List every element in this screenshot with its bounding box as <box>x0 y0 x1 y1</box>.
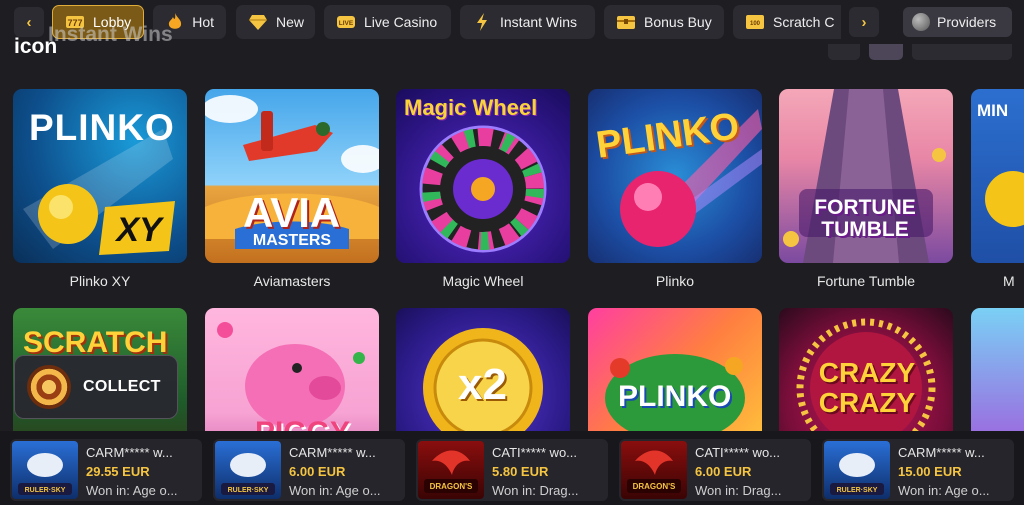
winner-game: Won in: Age o... <box>289 483 381 498</box>
winner-user: CARM***** w... <box>289 445 376 460</box>
game-tile-magic-wheel[interactable]: Magic Wheel <box>396 89 570 263</box>
game-thumbnail: RULER·SKY <box>215 441 281 499</box>
winner-text: CARM***** w... 29.55 EUR Won in: Age o..… <box>86 443 202 500</box>
game-tile-fortune-tumble[interactable]: FORTUNE TUMBLE <box>779 89 953 263</box>
tab-label: Instant Wins <box>500 14 578 30</box>
game-art-title: MIN <box>977 101 1009 120</box>
game-name[interactable]: Fortune Tumble <box>779 273 953 289</box>
tab-label: Scratch C <box>773 14 835 30</box>
chevron-left-icon: ‹ <box>26 13 32 31</box>
winner-card[interactable]: RULER·SKY CARM***** w... 15.00 EUR Won i… <box>822 439 1014 501</box>
providers-button[interactable]: Providers <box>903 7 1012 37</box>
see-all-button[interactable] <box>912 44 1012 60</box>
game-thumbnail: DRAGON'S <box>621 441 687 499</box>
game-art-title: PLINKO <box>29 107 175 148</box>
scroll-left-button[interactable] <box>828 44 860 60</box>
winner-amount: 15.00 EUR <box>898 464 962 479</box>
game-art-title: PLINKO <box>618 380 732 413</box>
winner-user: CARM***** w... <box>86 445 173 460</box>
winner-text: CATI***** wo... 5.80 EUR Won in: Drag... <box>492 443 608 500</box>
winner-amount: 29.55 EUR <box>86 464 150 479</box>
section-ghost-title: Instant Wins <box>48 23 173 46</box>
game-tile-plinko-xy[interactable]: XY PLINKO <box>13 89 187 263</box>
nav-prev-button[interactable]: ‹ <box>14 7 44 37</box>
svg-text:LIVE: LIVE <box>339 20 354 27</box>
tab-label: Live Casino <box>364 14 438 30</box>
game-name[interactable]: M <box>1003 273 1024 289</box>
svg-text:100: 100 <box>750 21 761 27</box>
game-art-title: Magic Wheel <box>404 95 538 120</box>
winner-game: Won in: Drag... <box>695 483 782 498</box>
winner-user: CATI***** wo... <box>492 445 578 460</box>
winner-game: Won in: Age o... <box>898 483 990 498</box>
tab-label: Bonus Buy <box>644 14 712 30</box>
collect-button[interactable]: COLLECT <box>14 355 178 419</box>
winner-amount: 6.00 EUR <box>695 464 752 479</box>
nav-next-button[interactable]: › <box>849 7 879 37</box>
svg-text:DRAGON'S: DRAGON'S <box>430 482 473 491</box>
section-title: Instant Wins icon <box>14 24 173 58</box>
winner-card[interactable]: DRAGON'S CATI***** wo... 5.80 EUR Won in… <box>416 439 608 501</box>
tab-live-casino[interactable]: LIVE Live Casino <box>324 5 451 39</box>
tab-label: Hot <box>192 14 214 30</box>
tab-bonus-buy[interactable]: Bonus Buy <box>604 5 724 39</box>
svg-text:RULER·SKY: RULER·SKY <box>837 487 878 494</box>
tab-new[interactable]: New <box>236 5 315 39</box>
winner-card[interactable]: RULER·SKY CARM***** w... 6.00 EUR Won in… <box>213 439 405 501</box>
winner-game: Won in: Drag... <box>492 483 579 498</box>
game-art-title: AVIA <box>243 189 341 236</box>
treasure-chest-icon <box>616 12 636 32</box>
providers-icon <box>912 13 930 31</box>
winner-card[interactable]: DRAGON'S CATI***** wo... 6.00 EUR Won in… <box>619 439 811 501</box>
lightning-icon <box>472 12 492 32</box>
winner-game: Won in: Age o... <box>86 483 178 498</box>
scratch-card-icon: 100 <box>745 12 765 32</box>
svg-text:RULER·SKY: RULER·SKY <box>25 487 66 494</box>
svg-text:XY: XY <box>114 211 165 249</box>
winner-user: CARM***** w... <box>898 445 985 460</box>
tab-label: New <box>276 14 305 30</box>
winner-amount: 5.80 EUR <box>492 464 549 479</box>
game-thumbnail: RULER·SKY <box>824 441 890 499</box>
tab-instant-wins[interactable]: Instant Wins <box>460 5 595 39</box>
game-thumbnail: DRAGON'S <box>418 441 484 499</box>
recent-winners-ticker: RULER·SKY CARM***** w... 29.55 EUR Won i… <box>0 431 1024 505</box>
game-name[interactable]: Aviamasters <box>205 273 379 289</box>
chevron-right-icon: › <box>861 13 867 31</box>
winner-user: CATI***** wo... <box>695 445 781 460</box>
view-toggle-button[interactable] <box>869 44 903 60</box>
game-art-title: CRAZY CRAZY <box>818 357 916 418</box>
winner-text: CARM***** w... 15.00 EUR Won in: Age o..… <box>898 443 1014 500</box>
svg-text:RULER·SKY: RULER·SKY <box>228 487 269 494</box>
winner-text: CATI***** wo... 6.00 EUR Won in: Drag... <box>695 443 811 500</box>
collect-label: COLLECT <box>83 378 161 395</box>
winner-amount: 6.00 EUR <box>289 464 346 479</box>
live-badge-icon: LIVE <box>336 12 356 32</box>
target-arrow-icon <box>27 365 71 409</box>
game-name[interactable]: Magic Wheel <box>396 273 570 289</box>
tab-scratch-cards[interactable]: 100 Scratch C <box>733 5 841 39</box>
game-art-title: FORTUNE TUMBLE <box>814 196 916 241</box>
game-name[interactable]: Plinko <box>588 273 762 289</box>
game-name[interactable]: Plinko XY <box>13 273 187 289</box>
winner-card[interactable]: RULER·SKY CARM***** w... 29.55 EUR Won i… <box>10 439 202 501</box>
svg-text:DRAGON'S: DRAGON'S <box>633 482 676 491</box>
game-tile-aviamasters[interactable]: MASTERS AVIA <box>205 89 379 263</box>
game-tile-partial[interactable]: MIN <box>971 89 1024 263</box>
game-tile-plinko[interactable]: PLINKO <box>588 89 762 263</box>
providers-label: Providers <box>937 14 997 30</box>
game-art-title: x2 <box>458 360 507 409</box>
diamond-icon <box>248 12 268 32</box>
game-thumbnail: RULER·SKY <box>12 441 78 499</box>
winner-text: CARM***** w... 6.00 EUR Won in: Age o... <box>289 443 405 500</box>
